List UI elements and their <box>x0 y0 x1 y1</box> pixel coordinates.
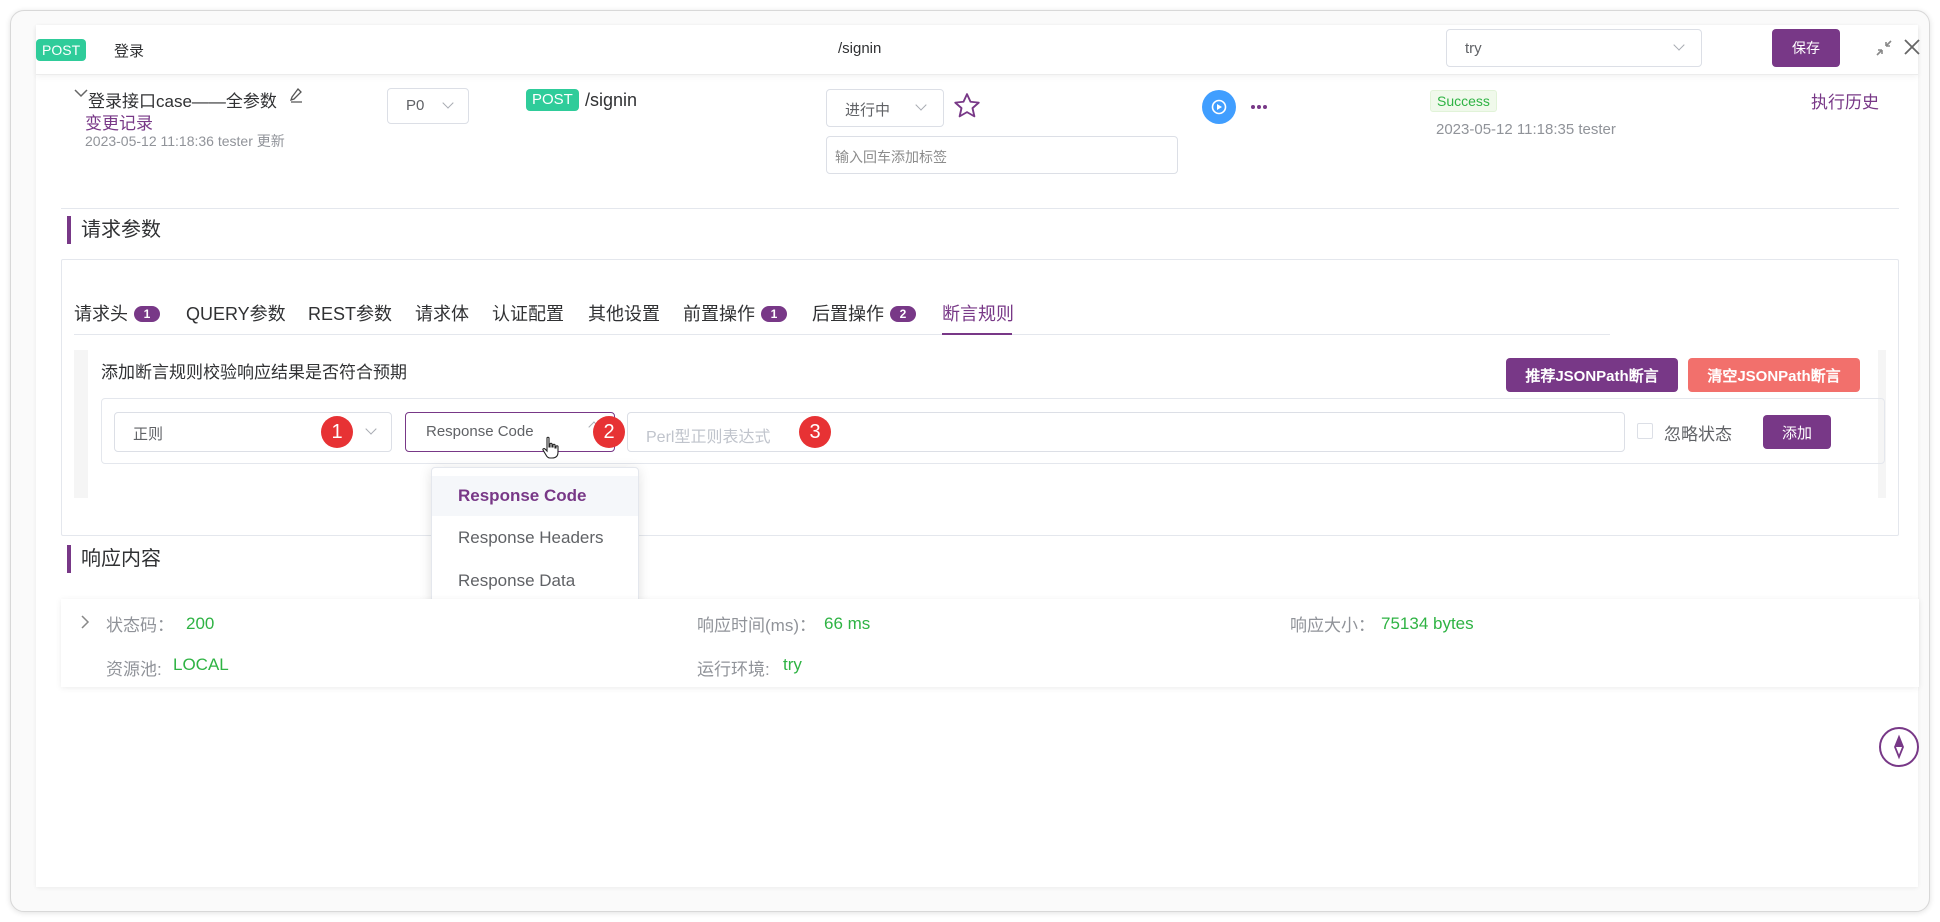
tab-label: 其他设置 <box>588 304 660 324</box>
option-response-headers[interactable]: Response Headers <box>432 518 638 558</box>
tabs-underline <box>74 334 1610 335</box>
subject-dropdown: Response Code Response Headers Response … <box>431 467 639 611</box>
chevron-down-icon <box>442 97 454 109</box>
history-link[interactable]: 执行历史 <box>1811 88 1879 113</box>
tab-label: 请求头 <box>74 304 128 324</box>
result-badge: Success <box>1430 90 1497 112</box>
chevron-down-icon <box>915 99 927 111</box>
status-select[interactable]: 进行中 <box>826 89 944 127</box>
response-section-title: 响应内容 <box>67 545 161 573</box>
rule-type-value: 正则 <box>133 426 164 443</box>
tag-input-placeholder: 输入回车添加标签 <box>835 149 947 165</box>
tab-request-body[interactable]: 请求体 <box>415 300 469 326</box>
status-code-label: 状态码： <box>106 616 174 635</box>
environment-select-value: try <box>1465 40 1482 57</box>
tab-other-settings[interactable]: 其他设置 <box>588 300 660 326</box>
more-icon[interactable] <box>1250 98 1268 116</box>
tab-post-operations[interactable]: 后置操作 2 <box>812 300 916 326</box>
ignore-status-checkbox[interactable] <box>1637 423 1653 439</box>
edit-icon[interactable] <box>289 87 303 108</box>
response-time-label: 响应时间(ms)： <box>697 616 816 635</box>
compass-button[interactable] <box>1879 727 1919 767</box>
ignore-status-label: 忽略状态 <box>1664 425 1732 444</box>
tab-label: 断言规则 <box>942 304 1014 324</box>
priority-select[interactable]: P0 <box>387 88 469 124</box>
star-icon[interactable] <box>952 91 982 126</box>
response-size-value: 75134 bytes <box>1381 614 1474 633</box>
priority-value: P0 <box>406 97 425 114</box>
option-response-data[interactable]: Response Data <box>432 561 638 601</box>
tab-label: 认证配置 <box>492 304 564 324</box>
tab-label: 后置操作 <box>812 304 884 324</box>
app-window: POST 登录 /signin try 保存 登录接口case——全参数 变更记… <box>10 10 1930 912</box>
resource-pool-value: LOCAL <box>173 655 229 674</box>
compass-icon <box>1894 734 1904 760</box>
save-button[interactable]: 保存 <box>1772 29 1840 67</box>
environment-select[interactable]: try <box>1446 29 1702 67</box>
status-code-value: 200 <box>186 614 215 633</box>
expand-right-icon[interactable] <box>80 615 90 634</box>
expression-placeholder: Perl型正则表达式 <box>646 429 771 446</box>
tab-badge: 2 <box>890 306 916 322</box>
status-value: 进行中 <box>845 102 891 119</box>
expression-input[interactable]: Perl型正则表达式 <box>627 412 1625 452</box>
tab-badge: 1 <box>134 306 160 322</box>
top-header: POST 登录 /signin try 保存 <box>36 25 1920 75</box>
marker-1: 1 <box>321 416 353 448</box>
active-tab-indicator <box>942 333 1012 335</box>
tab-auth-config[interactable]: 认证配置 <box>492 300 564 326</box>
marker-2: 2 <box>593 416 625 448</box>
tab-request-headers[interactable]: 请求头 1 <box>74 300 160 326</box>
api-name: 登录 <box>114 43 145 60</box>
option-response-code[interactable]: Response Code <box>432 476 638 516</box>
response-size-label: 响应大小： <box>1290 616 1375 635</box>
tab-label: REST参数 <box>308 304 393 324</box>
tag-input[interactable]: 输入回车添加标签 <box>826 136 1178 174</box>
play-icon <box>1211 99 1227 115</box>
method-tag: POST <box>36 39 87 61</box>
header-path: /signin <box>838 40 882 57</box>
request-section-title: 请求参数 <box>67 216 161 244</box>
expand-chevron-icon[interactable] <box>74 85 88 103</box>
tab-label: QUERY参数 <box>186 304 286 324</box>
run-env-label: 运行环境: <box>697 660 770 679</box>
case-method-tag: POST <box>526 89 579 111</box>
tab-pre-operations[interactable]: 前置操作 1 <box>683 300 787 326</box>
tab-assertions[interactable]: 断言规则 <box>942 300 1014 326</box>
response-card <box>61 599 1919 687</box>
add-assertion-button[interactable]: 添加 <box>1763 415 1831 449</box>
tab-label: 请求体 <box>415 304 469 324</box>
tab-label: 前置操作 <box>683 304 755 324</box>
result-meta: 2023-05-12 11:18:35 tester <box>1436 121 1616 138</box>
divider <box>61 208 1899 209</box>
updated-meta: 2023-05-12 11:18:36 tester 更新 <box>85 133 285 149</box>
resource-pool-label: 资源池: <box>106 660 162 679</box>
hand-cursor-icon <box>541 436 561 465</box>
tab-rest-params[interactable]: REST参数 <box>308 300 392 326</box>
case-path: /signin <box>585 90 638 110</box>
recommend-jsonpath-button[interactable]: 推荐JSONPath断言 <box>1506 358 1678 392</box>
chevron-down-icon <box>1673 39 1685 51</box>
clear-jsonpath-button[interactable]: 清空JSONPath断言 <box>1688 358 1860 392</box>
subject-select-value: Response Code <box>426 423 534 440</box>
subject-select[interactable]: Response Code <box>405 412 615 452</box>
chevron-down-icon <box>365 423 377 435</box>
run-env-value: try <box>783 655 802 674</box>
close-icon[interactable] <box>1902 37 1922 62</box>
run-button[interactable] <box>1202 90 1236 124</box>
response-time-value: 66 ms <box>824 614 871 633</box>
collapse-icon[interactable] <box>1874 38 1894 63</box>
tab-badge: 1 <box>761 306 787 322</box>
marker-3: 3 <box>799 416 831 448</box>
assertion-hint: 添加断言规则校验响应结果是否符合预期 <box>101 363 407 382</box>
main-panel: POST 登录 /signin try 保存 登录接口case——全参数 变更记… <box>36 25 1920 887</box>
tab-query-params[interactable]: QUERY参数 <box>186 300 286 326</box>
